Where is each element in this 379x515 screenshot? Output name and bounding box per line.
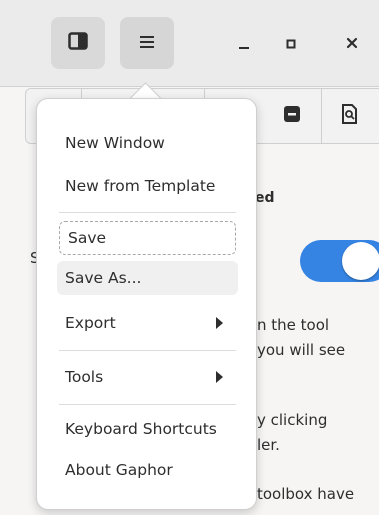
sidebar-toggle-button[interactable] [51,17,105,69]
toggle-knob [342,242,379,280]
submenu-arrow-icon [215,316,224,334]
close-icon [345,35,359,54]
menu-item-new-from-template[interactable]: New from Template [57,169,238,203]
main-menu-popover: New Window New from Template Save Save A… [36,98,257,510]
header-bar [0,0,379,87]
panel-text-line: you will see [257,341,346,359]
document-search-icon [341,104,359,128]
menu-item-label: Export [65,314,116,332]
menu-separator [59,350,236,351]
menu-item-label: Keyboard Shortcuts [65,420,217,438]
menu-item-label: New from Template [65,177,216,195]
panel-text-line: ler. [257,436,280,454]
panel-text-line: n the tool [257,316,330,334]
main-menu-button[interactable] [120,17,174,69]
menu-item-label: Save [68,229,107,247]
sidebar-toggle-icon [68,32,88,54]
menu-item-label: Save As... [65,269,142,287]
maximize-icon [285,35,297,54]
maximize-button[interactable] [277,30,305,58]
minimize-icon [237,35,251,54]
menu-item-tools[interactable]: Tools [57,360,238,394]
hamburger-menu-icon [139,34,155,53]
menu-separator [59,404,236,405]
panel-text-line: toolbox have [257,485,355,503]
menu-item-label: About Gaphor [65,461,173,479]
toolbar-button-minus-square[interactable] [274,99,310,133]
settings-toggle-switch[interactable] [300,240,379,282]
menu-item-save-as[interactable]: Save As... [57,261,238,295]
menu-item-about[interactable]: About Gaphor [57,453,238,487]
close-button[interactable] [338,30,366,58]
minimize-button[interactable] [230,30,258,58]
toolbar-separator [321,89,322,143]
menu-item-keyboard-shortcuts[interactable]: Keyboard Shortcuts [57,412,238,446]
popover-arrow-cover [128,99,162,113]
submenu-arrow-icon [215,370,224,388]
minus-square-icon [283,105,301,127]
panel-heading-fragment: ed [255,190,275,206]
panel-text-line: y clicking [257,411,328,429]
menu-item-export[interactable]: Export [57,306,238,340]
menu-separator [59,212,236,213]
menu-item-label: New Window [65,134,165,152]
menu-item-save[interactable]: Save [59,221,236,255]
menu-item-label: Tools [65,368,104,386]
toolbar-button-document[interactable] [332,99,368,133]
menu-item-new-window[interactable]: New Window [57,126,238,160]
